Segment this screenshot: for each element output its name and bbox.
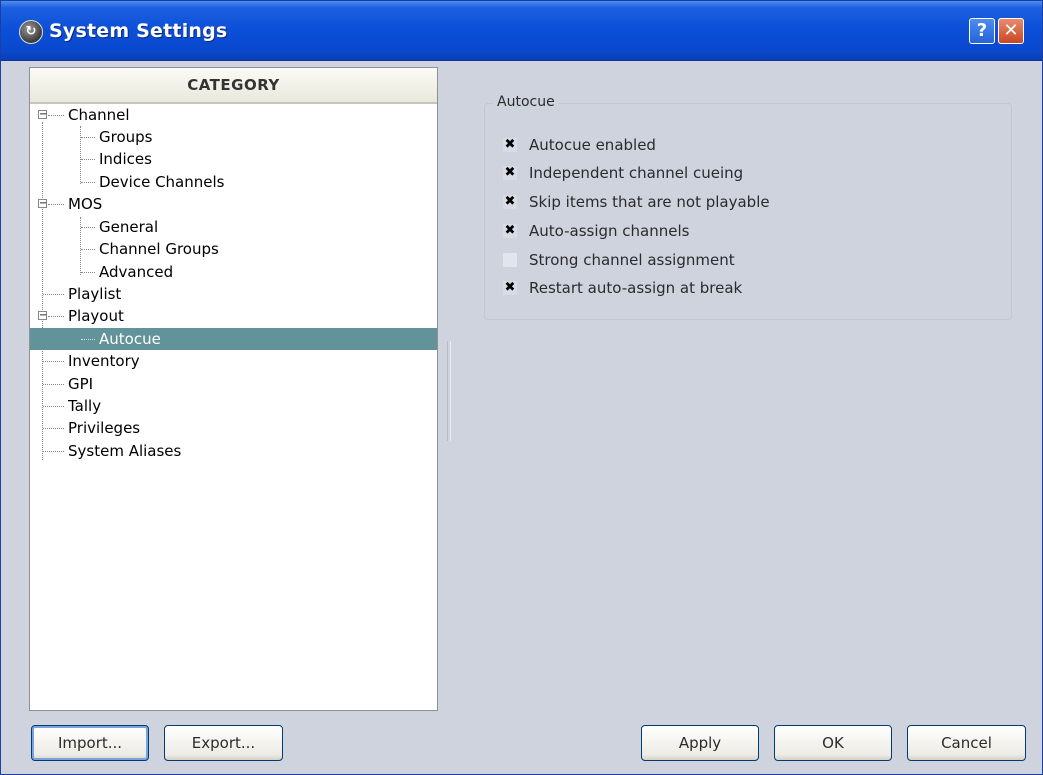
- checkbox-mark-icon[interactable]: ✖: [503, 224, 517, 238]
- close-button[interactable]: ✕: [998, 18, 1024, 44]
- panel-splitter[interactable]: [447, 341, 451, 441]
- checkbox-label: Independent channel cueing: [529, 164, 744, 182]
- checkbox-label: Strong channel assignment: [529, 251, 735, 269]
- help-button[interactable]: ?: [969, 18, 995, 44]
- export-button[interactable]: Export...: [164, 725, 283, 761]
- tree-item-label: General: [99, 218, 159, 236]
- tree-item-label: Privileges: [68, 419, 141, 437]
- import-button[interactable]: Import...: [31, 725, 149, 761]
- tree-item-label: Autocue: [99, 330, 161, 348]
- tree-item-label: MOS: [68, 195, 103, 213]
- category-tree[interactable]: CATEGORY − Channel Groups Indices Device…: [29, 67, 438, 711]
- tree-connector: [80, 126, 81, 184]
- tree-item-label: Playlist: [68, 285, 122, 303]
- tree-item-label: Groups: [99, 128, 153, 146]
- checkbox-mark-icon[interactable]: ✖: [503, 166, 517, 180]
- collapse-icon[interactable]: −: [38, 199, 47, 209]
- tree-item-label: System Aliases: [68, 442, 182, 460]
- checkbox-label: Autocue enabled: [529, 136, 656, 154]
- tree-item-label: Device Channels: [99, 173, 225, 191]
- tree-item-label: Inventory: [68, 352, 140, 370]
- system-settings-dialog: ↻ System Settings ? ✕ CATEGORY − Channel…: [0, 0, 1043, 775]
- title-bar[interactable]: ↻ System Settings ? ✕: [1, 1, 1042, 61]
- collapse-icon[interactable]: −: [38, 311, 47, 321]
- checkbox-label: Auto-assign channels: [529, 222, 690, 240]
- checkbox-mark-icon[interactable]: ✖: [503, 281, 517, 295]
- tree-item-label: GPI: [68, 375, 94, 393]
- checkbox-label: Restart auto-assign at break: [529, 279, 743, 297]
- autocue-group-title: Autocue: [493, 94, 559, 110]
- app-icon: ↻: [19, 20, 43, 44]
- tree-connector: [42, 122, 43, 460]
- tree-item-label: Indices: [99, 150, 152, 168]
- category-header: CATEGORY: [30, 68, 437, 104]
- checkbox-mark-icon[interactable]: ✖: [503, 195, 517, 209]
- tree-item-label: Channel: [68, 106, 130, 124]
- tree-item-label: Playout: [68, 307, 124, 325]
- tree-item-label: Tally: [68, 397, 102, 415]
- tree-item-autocue[interactable]: Autocue: [30, 328, 437, 350]
- ok-button[interactable]: OK: [774, 725, 892, 761]
- tree-connector: [80, 217, 81, 275]
- tree-item-label: Advanced: [99, 263, 174, 281]
- checkbox-mark-icon[interactable]: ✖: [503, 138, 517, 152]
- cancel-button[interactable]: Cancel: [907, 725, 1026, 761]
- checkbox-label: Skip items that are not playable: [529, 193, 770, 211]
- apply-button[interactable]: Apply: [641, 725, 759, 761]
- window-title: System Settings: [49, 20, 228, 42]
- collapse-icon[interactable]: −: [38, 110, 47, 120]
- tree-item-label: Channel Groups: [99, 240, 219, 258]
- checkbox-mark-icon[interactable]: [503, 253, 517, 267]
